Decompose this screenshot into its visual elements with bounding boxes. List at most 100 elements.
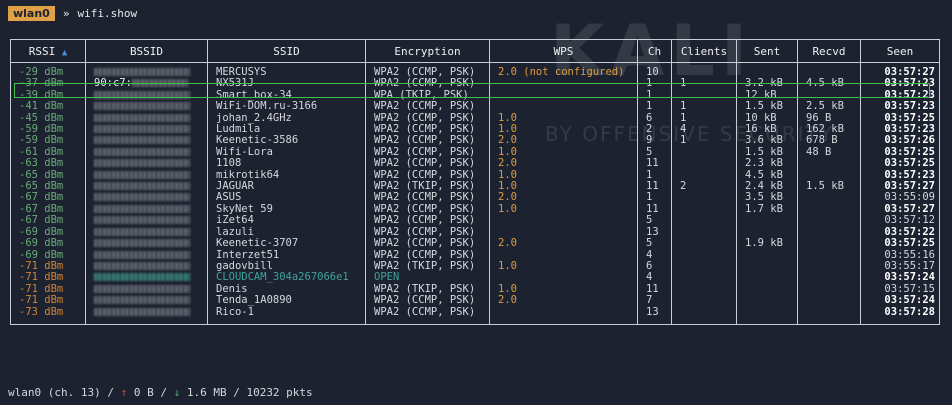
bssid-redacted [94,296,190,305]
cell-sent: 1.5 kB [736,101,798,113]
table-header-row: RSSI ▲ BSSID SSID Encryption WPS Ch Clie… [10,39,940,63]
cell-rssi: -69 dBm [10,238,86,250]
table-row[interactable]: -61 dBm Wifi-Lora WPA2 (CCMP, PSK) 1.0 5 1.5 … [10,146,940,159]
cell-rssi: -65 dBm [10,169,86,182]
cell-encryption: WPA2 (CCMP, PSK) [365,215,490,227]
cell-seen: 03:57:25 [860,158,940,170]
table-row[interactable]: -39 dBm Smart_box-34 WPA (TKIP, PSK) 1 12 kB… [10,89,940,102]
column-header-ch[interactable]: Ch [637,39,672,63]
cell-clients: 1 [671,112,737,125]
cell-recvd: 2.5 kB [797,101,861,113]
cell-seen: 03:57:27 [860,203,940,216]
column-header-seen[interactable]: Seen [860,39,940,63]
cell-ch: 1 [637,89,672,102]
cell-clients: 2 [671,181,737,193]
table-row[interactable]: -71 dBm CLOUDCAM_304a267066e1 OPEN 4 03:57:2… [10,272,940,284]
table-row[interactable]: -67 dBm iZet64 WPA2 (CCMP, PSK) 5 03:57:12 [10,215,940,227]
table-row[interactable]: -71 dBm Denis WPA2 (TKIP, PSK) 1.0 11 03:57:1… [10,283,940,296]
table-row[interactable]: -37 dBm 90:c7: NX531J WPA2 (CCMP, PSK) 1 1 3.2… [10,78,940,90]
cell-recvd [797,215,861,227]
cell-ssid: johan_2.4GHz [207,112,366,125]
table-row[interactable]: -69 dBm Interzet51 WPA2 (CCMP, PSK) 4 03:55:… [10,249,940,261]
cell-recvd [797,226,861,239]
column-header-rssi[interactable]: RSSI ▲ [10,39,86,63]
cell-seen: 03:57:25 [860,112,940,125]
column-header-clients[interactable]: Clients [671,39,737,63]
cell-encryption: WPA2 (CCMP, PSK) [365,295,490,307]
cell-encryption: WPA2 (CCMP, PSK) [365,124,490,136]
table-row[interactable]: -41 dBm WiFi-DOM.ru-3166 WPA2 (CCMP, PSK) 1… [10,101,940,113]
cell-recvd [797,169,861,182]
table-row[interactable]: -65 dBm JAGUAR WPA2 (TKIP, PSK) 1.0 11 2 2.4 k… [10,181,940,193]
bssid-redacted [94,136,190,145]
column-header-ssid[interactable]: SSID [207,39,366,63]
bssid-redacted [94,261,190,270]
cell-wps [489,272,638,284]
cell-rssi: -67 dBm [10,192,86,204]
cell-ssid: CLOUDCAM_304a267066e1 [207,272,366,284]
status-bar: wlan0 (ch. 13) / ↑ 0 B / ↓ 1.6 MB / 1023… [8,386,313,399]
cell-bssid [85,62,208,79]
cell-seen: 03:57:23 [860,124,940,136]
table-row[interactable]: -29 dBm MERCUSYS WPA2 (CCMP, PSK) 2.0 (not … [10,62,940,79]
cell-wps [489,101,638,113]
cell-clients [671,203,737,216]
cell-wps [489,215,638,227]
cell-recvd: 162 kB [797,124,861,136]
table-row[interactable]: -67 dBm SkyNet 59 WPA2 (CCMP, PSK) 1.0 11 1.7… [10,203,940,216]
cell-clients [671,272,737,284]
table-row[interactable]: -59 dBm Ludmila WPA2 (CCMP, PSK) 1.0 2 4 16 kB… [10,124,940,136]
cell-clients [671,89,737,102]
cell-ssid: SkyNet 59 [207,203,366,216]
cell-sent: 1.7 kB [736,203,798,216]
table-row[interactable]: -67 dBm ASUS WPA2 (CCMP, PSK) 2.0 1 3.5 kB 03:… [10,192,940,204]
cell-ssid: JAGUAR [207,181,366,193]
cell-clients: 1 [671,78,737,90]
cell-encryption: WPA2 (CCMP, PSK) [365,203,490,216]
column-header-recvd[interactable]: Recvd [797,39,861,63]
cell-rssi: -69 dBm [10,226,86,239]
table-row[interactable]: -73 dBm Rico-1 WPA2 (CCMP, PSK) 13 03:57:28 [10,306,940,325]
cell-rssi: -67 dBm [10,215,86,227]
cell-ssid: NX531J [207,78,366,90]
table-row[interactable]: -59 dBm Keenetic-3586 WPA2 (CCMP, PSK) 2.0 9… [10,135,940,147]
table-row[interactable]: -45 dBm johan_2.4GHz WPA2 (CCMP, PSK) 1.0 6 1… [10,112,940,125]
table-row[interactable]: -71 dBm Tenda_1A0890 WPA2 (CCMP, PSK) 2.0 7 0… [10,295,940,307]
bssid-redacted [94,204,190,213]
column-header-sent[interactable]: Sent [736,39,798,63]
cell-sent: 16 kB [736,124,798,136]
cell-wps: 1.0 [489,260,638,273]
cell-bssid [85,306,208,325]
cell-ssid: Wifi-Lora [207,146,366,159]
table-row[interactable]: -69 dBm Keenetic-3707 WPA2 (CCMP, PSK) 2.0 5… [10,238,940,250]
command-text[interactable]: wifi.show [77,7,137,20]
cell-bssid [85,192,208,204]
bssid-redacted [131,79,188,88]
cell-ch: 13 [637,226,672,239]
bssid-redacted [94,284,190,293]
cell-encryption: WPA2 (TKIP, PSK) [365,283,490,296]
column-header-bssid[interactable]: BSSID [85,39,208,63]
cell-recvd [797,295,861,307]
cell-ssid: Keenetic-3586 [207,135,366,147]
cell-bssid [85,158,208,170]
cell-ch: 1 [637,169,672,182]
cell-seen: 03:57:26 [860,135,940,147]
column-header-encryption[interactable]: Encryption [365,39,490,63]
cell-sent [736,306,798,325]
table-row[interactable]: -69 dBm lazuli WPA2 (CCMP, PSK) 13 03:57:22 [10,226,940,239]
bssid-redacted [94,113,190,122]
bssid-redacted [94,250,190,259]
column-header-wps[interactable]: WPS [489,39,638,63]
table-row[interactable]: -65 dBm mikrotik64 WPA2 (CCMP, PSK) 1.0 1 4.5… [10,169,940,182]
table-row[interactable]: -63 dBm 1108 WPA2 (CCMP, PSK) 2.0 11 2.3 kB 03… [10,158,940,170]
cell-wps: 2.0 [489,158,638,170]
cell-bssid [85,260,208,273]
cell-seen: 03:55:17 [860,260,940,273]
status-interface-channel: wlan0 (ch. 13) / [8,386,114,399]
cell-clients [671,215,737,227]
table-row[interactable]: -71 dBm gadovbill WPA2 (TKIP, PSK) 1.0 6 03:5… [10,260,940,273]
cell-ssid: Ludmila [207,124,366,136]
download-arrow-icon: ↓ [173,386,181,399]
cell-rssi: -71 dBm [10,295,86,307]
